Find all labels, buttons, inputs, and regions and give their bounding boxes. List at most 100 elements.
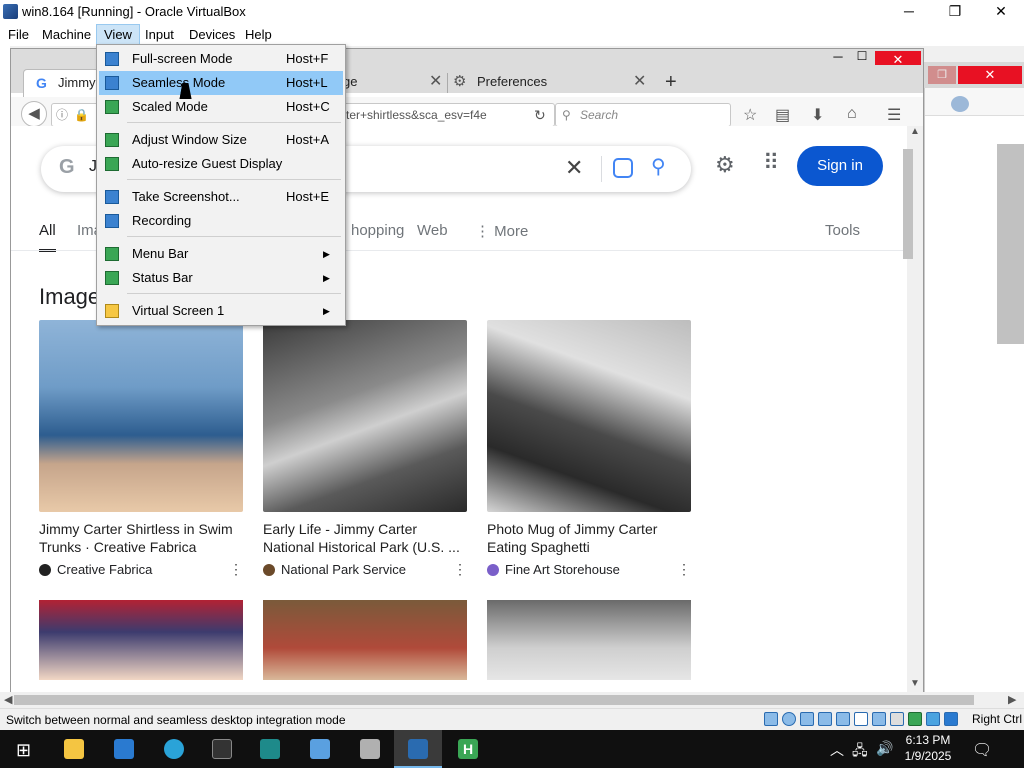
hamburger-menu-icon[interactable]: ☰ [887,105,901,125]
maximize-button[interactable]: ❐ [932,0,978,24]
tray-chevron-icon[interactable]: ︿ [830,740,844,760]
menu-view[interactable]: View [96,24,140,46]
menu-item-recording[interactable]: Recording [99,209,343,233]
result-image[interactable] [487,600,691,680]
fullscreen-icon [105,52,119,66]
result-source: National Park Service [281,562,406,577]
recording-status-icon[interactable] [890,712,904,726]
menu-item-auto-resize[interactable]: Auto-resize Guest Display [99,152,343,176]
tab-tools[interactable]: Tools [825,222,860,239]
clock-date: 1/9/2025 [904,749,952,763]
result-image[interactable] [39,600,243,680]
settings-gear-icon[interactable]: ⚙ [715,152,735,178]
usb-icon[interactable] [836,712,850,726]
tab-images[interactable]: ge ✕ [343,69,443,97]
result-image[interactable] [487,320,691,512]
reading-list-icon[interactable]: ▤ [775,105,790,125]
menu-file[interactable]: File [1,24,36,46]
image-result-card[interactable]: Early Life - Jimmy Carter National Histo… [263,320,467,578]
clock-time: 6:13 PM [905,733,951,747]
virtualbox-icon [408,739,428,759]
result-image[interactable] [263,600,467,680]
search-icon: ⚲ [562,108,571,122]
audio-icon[interactable] [800,712,814,726]
more-options-icon[interactable]: ⋮ [453,561,467,578]
background-close-button[interactable]: ✕ [958,66,1022,84]
image-result-card[interactable]: Jimmy Carter Shirtless in Swim Trunks · … [39,320,243,578]
sign-in-button[interactable]: Sign in [797,146,883,186]
home-icon[interactable]: ⌂ [847,105,857,123]
shared-folders-icon[interactable] [854,712,868,726]
menu-machine[interactable]: Machine [35,24,98,46]
taskbar-terminal[interactable] [198,730,246,768]
clear-search-icon[interactable]: ✕ [565,155,583,181]
menu-item-virtual-screen[interactable]: Virtual Screen 1 ▶ [99,299,343,323]
taskbar-app-h[interactable]: H [444,730,492,768]
bookmark-star-icon[interactable]: ☆ [743,105,757,125]
network-icon[interactable] [818,712,832,726]
back-icon[interactable]: ◀ [21,101,47,127]
menu-input[interactable]: Input [138,24,181,46]
taskbar-mail[interactable] [100,730,148,768]
display-icon[interactable] [872,712,886,726]
taskbar-virtualbox[interactable] [394,730,442,768]
mouse-integration-icon[interactable] [944,712,958,726]
taskbar-app-window[interactable] [296,730,344,768]
tab-more[interactable]: ⋮ More [475,222,528,240]
page-scroll-thumb[interactable] [903,149,913,259]
more-options-icon[interactable]: ⋮ [229,561,243,578]
menu-item-screenshot[interactable]: Take Screenshot... Host+E [99,185,343,209]
menu-help[interactable]: Help [238,24,279,46]
new-tab-icon[interactable]: + [665,71,677,94]
tray-network-icon[interactable]: 🖧 [852,740,868,764]
start-button[interactable]: ⊞ [0,730,48,768]
reload-icon[interactable]: ↻ [534,104,546,126]
tab-close-icon[interactable]: ✕ [633,69,646,95]
menu-item-scaled[interactable]: Scaled Mode Host+C [99,95,343,119]
tab-google-label: Jimmy [58,75,96,90]
tab-close-icon[interactable]: ✕ [429,69,442,95]
taskbar-clock[interactable]: 6:13 PM 1/9/2025 [900,732,956,764]
image-app-icon [360,739,380,759]
guest-scroll-thumb[interactable] [14,695,974,705]
image-result-card[interactable]: Photo Mug of Jimmy Carter Eating Spaghet… [487,320,691,578]
close-button[interactable]: ✕ [978,0,1024,24]
host-key-label: Right Ctrl [972,712,1023,726]
menu-item-adjust-window[interactable]: Adjust Window Size Host+A [99,128,343,152]
hard-disk-icon[interactable] [764,712,778,726]
menu-item-menu-bar[interactable]: Menu Bar ▶ [99,242,343,266]
source-favicon-icon [487,563,499,576]
lens-icon[interactable] [613,158,633,178]
result-image[interactable] [263,320,467,512]
google-search-icon[interactable]: ⚲ [651,154,666,179]
cpu-icon[interactable] [908,712,922,726]
result-title[interactable]: Early Life - Jimmy Carter National Histo… [263,520,467,558]
taskbar-app-image[interactable] [346,730,394,768]
tab-all[interactable]: All [39,222,56,252]
tray-volume-icon[interactable]: 🔊 [876,740,893,757]
menu-item-status-bar[interactable]: Status Bar ▶ [99,266,343,290]
apps-grid-icon[interactable]: ⠿ [763,150,779,176]
result-title[interactable]: Photo Mug of Jimmy Carter Eating Spaghet… [487,520,691,558]
account-icon[interactable] [951,96,969,112]
menu-item-fullscreen[interactable]: Full-screen Mode Host+F [99,47,343,71]
notifications-icon[interactable]: 🗨 [972,740,992,760]
gear-icon: ⚙ [453,73,467,90]
tab-preferences[interactable]: ⚙ Preferences ✕ [453,69,653,97]
tab-web[interactable]: Web [417,222,448,239]
taskbar-app-vs[interactable] [246,730,294,768]
taskbar-explorer[interactable] [50,730,98,768]
guest-horizontal-scrollbar[interactable]: ◀ ▶ [0,692,1024,708]
more-options-icon[interactable]: ⋮ [677,561,691,578]
menu-item-seamless[interactable]: Seamless Mode Host+L [99,71,343,95]
download-icon[interactable]: ⬇ [811,105,824,125]
minimize-button[interactable]: ─ [886,0,932,24]
virtualization-icon[interactable] [926,712,940,726]
result-title[interactable]: Jimmy Carter Shirtless in Swim Trunks · … [39,520,243,558]
menu-devices[interactable]: Devices [182,24,242,46]
taskbar-browser[interactable] [150,730,198,768]
result-image[interactable] [39,320,243,512]
tab-shopping[interactable]: hopping [351,222,404,239]
search-box[interactable]: ⚲ Search [555,103,731,127]
optical-drive-icon[interactable] [782,712,796,726]
